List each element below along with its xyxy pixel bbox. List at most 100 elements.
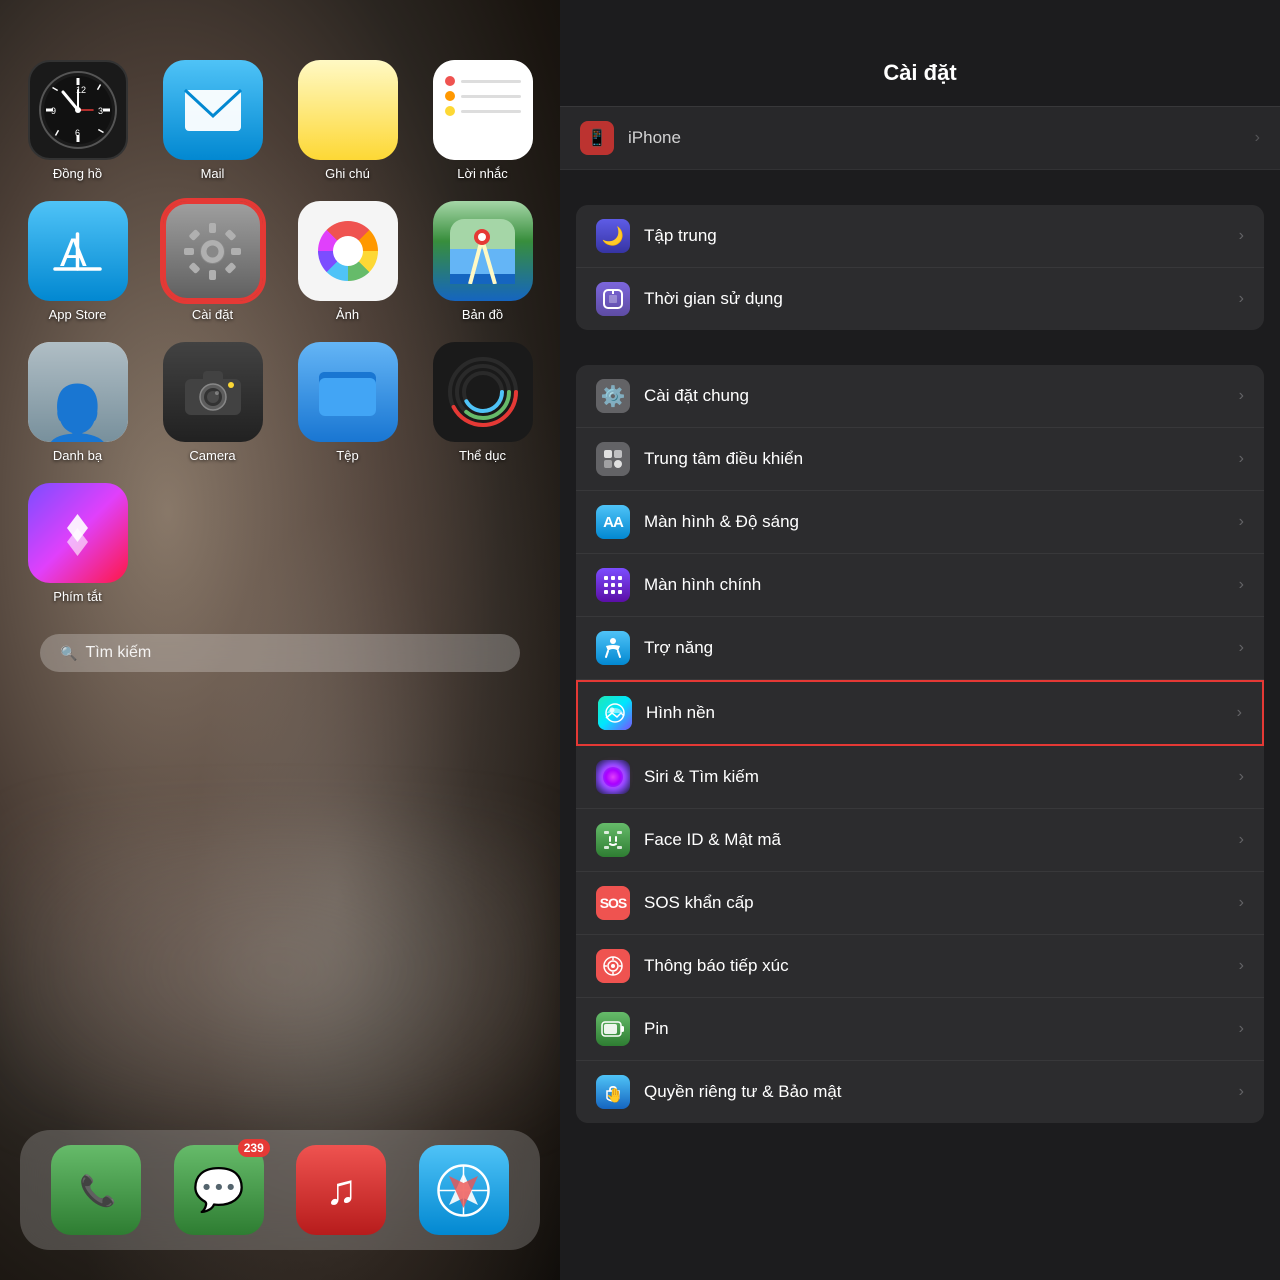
accessibility-label: Trợ năng [644, 638, 1239, 658]
dock-phone[interactable]: 📞 [51, 1145, 141, 1235]
svg-text:📞: 📞 [79, 1171, 117, 1208]
accessibility-icon [596, 631, 630, 665]
settings-row-siri[interactable]: Siri & Tìm kiếm › [576, 746, 1264, 809]
top-peek-row[interactable]: 📱 iPhone › [560, 107, 1280, 170]
settings-row-focus[interactable]: 🌙 Tập trung › [576, 205, 1264, 268]
display-icon: AA [596, 505, 630, 539]
files-app-icon[interactable] [298, 342, 398, 442]
settings-app-icon[interactable] [163, 201, 263, 301]
exposure-label: Thông báo tiếp xúc [644, 956, 1239, 976]
settings-list: 📱 iPhone › 🌙 Tập trung › [560, 107, 1280, 1280]
app-item-fitness[interactable]: Thể dục [425, 342, 540, 463]
fitness-app-icon[interactable] [433, 342, 533, 442]
app-item-maps[interactable]: Bản đồ [425, 201, 540, 322]
settings-row-display[interactable]: AA Màn hình & Độ sáng › [576, 491, 1264, 554]
homescreen-label: Màn hình chính [644, 575, 1239, 595]
settings-row-homescreen[interactable]: Màn hình chính › [576, 554, 1264, 617]
privacy-icon: 🤚 [596, 1075, 630, 1109]
battery-label: Pin [644, 1019, 1239, 1039]
iphone-homescreen: 12 3 6 9 Đồng hồ Mail [0, 0, 560, 1280]
notes-app-label: Ghi chú [325, 166, 370, 181]
app-item-reminders[interactable]: Lời nhắc [425, 60, 540, 181]
general-chevron: › [1239, 387, 1244, 405]
app-item-mail[interactable]: Mail [155, 60, 270, 181]
app-item-clock[interactable]: 12 3 6 9 Đồng hồ [20, 60, 135, 181]
appstore-app-icon[interactable]: A [28, 201, 128, 301]
focus-icon: 🌙 [596, 219, 630, 253]
svg-text:6: 6 [75, 128, 80, 138]
notes-app-icon[interactable] [298, 60, 398, 160]
homescreen-icon [596, 568, 630, 602]
screentime-icon [596, 282, 630, 316]
battery-chevron: › [1239, 1020, 1244, 1038]
camera-app-label: Camera [189, 448, 235, 463]
wallpaper-icon [598, 696, 632, 730]
settings-row-exposure[interactable]: Thông báo tiếp xúc › [576, 935, 1264, 998]
photos-app-icon[interactable] [298, 201, 398, 301]
maps-app-icon[interactable] [433, 201, 533, 301]
camera-app-icon[interactable] [163, 342, 263, 442]
sos-text: SOS [600, 895, 627, 911]
mail-app-label: Mail [201, 166, 225, 181]
app-item-files[interactable]: Tệp [290, 342, 405, 463]
screentime-chevron: › [1239, 290, 1244, 308]
faceid-icon [596, 823, 630, 857]
control-icon [596, 442, 630, 476]
wallpaper-label: Hình nền [646, 703, 1237, 723]
accessibility-chevron: › [1239, 639, 1244, 657]
siri-icon [596, 760, 630, 794]
settings-app-label: Cài đặt [192, 307, 233, 322]
app-item-photos[interactable]: Ảnh [290, 201, 405, 322]
wallpaper-chevron: › [1237, 704, 1242, 722]
dock-music[interactable]: ♫ [296, 1145, 386, 1235]
svg-text:🤚: 🤚 [606, 1087, 623, 1103]
settings-row-sos[interactable]: SOS SOS khẩn cấp › [576, 872, 1264, 935]
contacts-app-label: Danh bạ [53, 448, 102, 463]
messages-badge: 239 [238, 1139, 270, 1157]
svg-text:9: 9 [51, 106, 56, 116]
search-bar[interactable]: 🔍 Tìm kiếm [40, 634, 520, 672]
homescreen-chevron: › [1239, 576, 1244, 594]
dock-messages[interactable]: 💬 239 [174, 1145, 264, 1235]
focus-chevron: › [1239, 227, 1244, 245]
clock-app-icon[interactable]: 12 3 6 9 [28, 60, 128, 160]
general-label: Cài đặt chung [644, 386, 1239, 406]
settings-section-1: 🌙 Tập trung › Thời gian sử dụng › [576, 205, 1264, 330]
shortcuts-app-icon[interactable] [28, 483, 128, 583]
exposure-chevron: › [1239, 957, 1244, 975]
reminders-app-icon[interactable] [433, 60, 533, 160]
privacy-chevron: › [1239, 1083, 1244, 1101]
app-item-notes[interactable]: Ghi chú [290, 60, 405, 181]
display-label: Màn hình & Độ sáng [644, 512, 1239, 532]
app-item-shortcuts[interactable]: Phím tắt [20, 483, 135, 604]
home-blur-overlay [0, 820, 560, 1120]
siri-label: Siri & Tìm kiếm [644, 767, 1239, 787]
settings-row-wallpaper[interactable]: Hình nền › [576, 680, 1264, 746]
app-item-appstore[interactable]: A App Store [20, 201, 135, 322]
photos-app-label: Ảnh [336, 307, 359, 322]
settings-panel: Cài đặt 📱 iPhone › 🌙 Tập trung › [560, 0, 1280, 1280]
settings-row-battery[interactable]: Pin › [576, 998, 1264, 1061]
screentime-label: Thời gian sử dụng [644, 289, 1239, 309]
reminders-app-label: Lời nhắc [457, 166, 507, 181]
settings-row-control[interactable]: Trung tâm điều khiển › [576, 428, 1264, 491]
app-item-settings[interactable]: Cài đặt [155, 201, 270, 322]
settings-row-screentime[interactable]: Thời gian sử dụng › [576, 268, 1264, 330]
settings-row-privacy[interactable]: 🤚 Quyền riêng tư & Bảo mật › [576, 1061, 1264, 1123]
contacts-app-icon[interactable]: 👤 [28, 342, 128, 442]
settings-row-general[interactable]: ⚙️ Cài đặt chung › [576, 365, 1264, 428]
search-text: Tìm kiếm [85, 644, 151, 662]
settings-row-accessibility[interactable]: Trợ năng › [576, 617, 1264, 680]
app-item-camera[interactable]: Camera [155, 342, 270, 463]
dock-safari[interactable] [419, 1145, 509, 1235]
clock-app-label: Đồng hồ [53, 166, 102, 181]
settings-row-faceid[interactable]: Face ID & Mật mã › [576, 809, 1264, 872]
settings-header: Cài đặt [560, 0, 1280, 107]
mail-app-icon[interactable] [163, 60, 263, 160]
exposure-icon [596, 949, 630, 983]
app-item-contacts[interactable]: 👤 Danh bạ [20, 342, 135, 463]
appstore-app-label: App Store [49, 307, 107, 322]
home-content: 12 3 6 9 Đồng hồ Mail [0, 0, 560, 722]
app-grid: 12 3 6 9 Đồng hồ Mail [20, 60, 540, 604]
battery-icon [596, 1012, 630, 1046]
